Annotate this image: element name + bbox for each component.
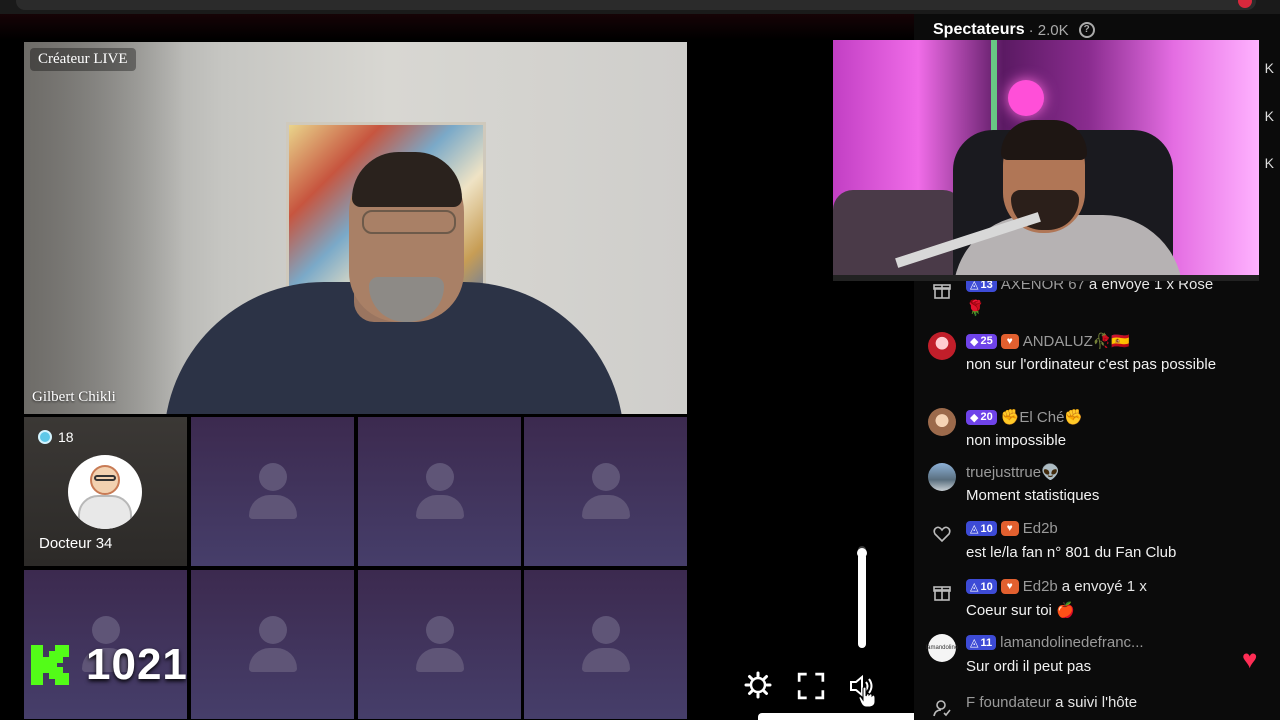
person-placeholder-icon <box>259 463 287 491</box>
level-value: 20 <box>980 411 993 423</box>
level-value: 11 <box>980 636 993 649</box>
chat-text: non impossible <box>966 432 1067 449</box>
floating-heart-icon: ♥ <box>1242 644 1258 674</box>
coin-icon <box>38 430 52 444</box>
live-stream-screen: Créateur LIVE Gilbert Chikli 18 Docteur … <box>0 0 1280 720</box>
doctor-coat <box>78 495 132 529</box>
side-letter: K <box>1264 60 1274 76</box>
heart-outline-icon <box>928 520 956 548</box>
empty-seat-tile[interactable] <box>191 570 354 719</box>
viewers-header: Spectateurs · 2.0K ? <box>933 21 1095 39</box>
avatar[interactable] <box>928 332 956 360</box>
chat-text: Sur ordi il peut pas <box>966 658 1092 675</box>
fan-club-badge: ♥ <box>1000 579 1019 594</box>
person-placeholder-icon <box>592 463 620 491</box>
chat-text: est le/la fan n° 801 du Fan Club <box>966 544 1177 561</box>
browser-top-bar <box>0 0 1280 14</box>
guest-tile[interactable]: 18 Docteur 34 <box>24 417 187 566</box>
fullscreen-icon[interactable] <box>797 672 825 700</box>
guest-name: Docteur 34 <box>39 535 113 552</box>
empty-seat-tile[interactable] <box>191 417 354 566</box>
chat-username[interactable]: ANDALUZ🥀🇪🇸 <box>1023 332 1130 350</box>
chat-username[interactable]: Ed2b <box>1023 578 1058 595</box>
gift-icon <box>928 578 956 606</box>
level-value: 25 <box>980 335 993 347</box>
fan-club-badge: ♥ <box>1000 333 1019 349</box>
empty-seat-tile[interactable] <box>358 570 521 719</box>
chat-username[interactable]: Ed2b <box>1023 520 1058 537</box>
user-follow-icon <box>928 694 956 720</box>
settings-gear-icon[interactable] <box>744 671 772 699</box>
level-value: 10 <box>980 522 993 535</box>
level-value: 10 <box>980 580 993 593</box>
host-glasses <box>362 210 456 234</box>
host-name: Gilbert Chikli <box>32 389 116 405</box>
person-placeholder-body <box>416 648 464 672</box>
avatar[interactable]: lamandoline <box>926 634 958 662</box>
empty-seat-tile[interactable] <box>358 417 521 566</box>
chat-action: a envoyé 1 x <box>1061 578 1147 595</box>
guest-count-value: 18 <box>58 429 74 445</box>
chat-text: non sur l'ordinateur c'est pas possible <box>966 356 1217 373</box>
doctor-glasses <box>94 475 116 481</box>
person-placeholder-icon <box>259 616 287 644</box>
side-letter: K <box>1264 155 1274 171</box>
level-badge: ◆ 25 <box>966 333 997 349</box>
avatar[interactable] <box>928 408 956 436</box>
level-badge: ◬ 11 <box>966 635 997 650</box>
volume-fill <box>858 553 866 648</box>
chat-username[interactable]: ✊El Ché✊ <box>1001 408 1083 426</box>
avatar <box>68 455 142 529</box>
person-placeholder-body <box>249 495 297 519</box>
volume-knob[interactable] <box>857 548 867 558</box>
hand-cursor-icon <box>858 686 876 708</box>
stream-header-strip <box>0 14 914 40</box>
level-badge: ◬ 10 <box>966 521 997 536</box>
creator-live-badge: Créateur LIVE <box>30 48 136 71</box>
person-placeholder-body <box>249 648 297 672</box>
level-badge: ◆ 20 <box>966 409 997 425</box>
person-placeholder-icon <box>592 616 620 644</box>
camera-edge <box>833 275 1259 281</box>
person-placeholder-body <box>416 495 464 519</box>
wall-shadow <box>24 42 184 414</box>
help-icon[interactable]: ? <box>1078 22 1095 38</box>
streamer-camera[interactable] <box>833 40 1259 281</box>
host-video[interactable]: Créateur LIVE Gilbert Chikli <box>24 42 687 414</box>
empty-seat-tile[interactable] <box>524 417 687 566</box>
chat-username[interactable]: lamandolinedefranc... <box>1000 634 1143 651</box>
guest-coin-count: 18 <box>38 429 74 445</box>
chat-username[interactable]: truejusttrue👽 <box>966 463 1060 481</box>
person-placeholder-body <box>582 495 630 519</box>
streamer-hair <box>1001 120 1087 160</box>
person-placeholder-icon <box>426 463 454 491</box>
empty-seat-tile[interactable] <box>524 570 687 719</box>
level-badge: ◬ 10 <box>966 579 997 594</box>
fan-club-badge: ♥ <box>1000 521 1019 536</box>
chat-action: a suivi l'hôte <box>1055 694 1138 711</box>
neon-lamp <box>1008 80 1044 116</box>
kick-logo-icon <box>31 645 69 685</box>
gift-name: Coeur sur toi 🍎 <box>966 602 1075 619</box>
avatar[interactable] <box>928 463 956 491</box>
viewers-panel: ◬ 13 AXENOR 67 a envoyé 1 x Rose 🌹 ◆ 25 ♥ … <box>833 14 1280 720</box>
side-letter: K <box>1264 108 1274 124</box>
address-bar[interactable] <box>16 0 1256 10</box>
gift-emoji: 🌹 <box>966 300 985 317</box>
volume-slider[interactable] <box>857 546 867 648</box>
chat-text: Moment statistiques <box>966 487 1100 504</box>
viewers-count: · 2.0K <box>1028 21 1069 39</box>
person-placeholder-body <box>582 648 630 672</box>
person-placeholder-icon <box>426 616 454 644</box>
chat-username[interactable]: F foundateur <box>966 694 1051 711</box>
viewers-title: Spectateurs <box>933 21 1025 38</box>
kick-viewer-count: 1021 <box>86 640 188 689</box>
